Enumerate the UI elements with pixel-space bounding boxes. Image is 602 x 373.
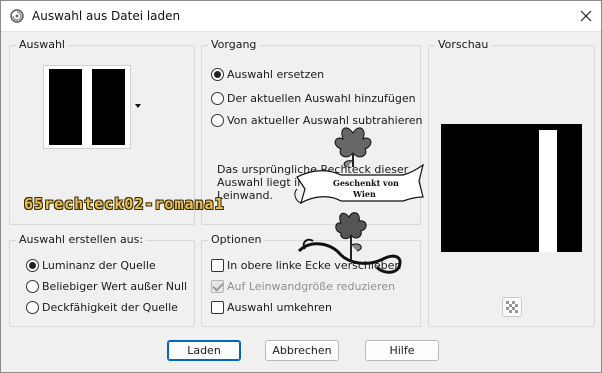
dialog-window: Auswahl aus Datei laden Auswahl Vorgang …: [0, 0, 602, 373]
radio-label: Auswahl ersetzen: [227, 68, 325, 81]
radio-indicator: [26, 301, 39, 314]
hilfe-button[interactable]: Hilfe: [365, 340, 439, 361]
selection-thumbnail-picker[interactable]: [43, 65, 143, 149]
radio-indicator: [26, 259, 39, 272]
info-line: Das ursprüngliche Rechteck dieser: [217, 163, 409, 176]
title-bar: Auswahl aus Datei laden: [1, 1, 601, 32]
radio-label: Beliebiger Wert außer Null: [42, 280, 188, 293]
abbrechen-button[interactable]: Abbrechen: [265, 340, 339, 361]
radio-indicator: [211, 114, 224, 127]
radio-label: Deckfähigkeit der Quelle: [42, 301, 178, 314]
checkbox-indicator: [211, 259, 224, 272]
checkbox-indicator: [211, 301, 224, 314]
radio-label: Luminanz der Quelle: [42, 259, 156, 272]
optionen-group-title: Optionen: [208, 233, 265, 246]
info-line: Leinwand.: [217, 189, 273, 202]
checkerboard-icon: [506, 301, 518, 313]
checkbox-indicator: [211, 280, 224, 293]
erstellen-group-title: Auswahl erstellen aus:: [16, 233, 147, 246]
info-text: Das ursprüngliche Rechteck dieser Auswah…: [217, 163, 417, 202]
radio-indicator: [211, 92, 224, 105]
radio-label: Der aktuellen Auswahl hinzufügen: [227, 92, 416, 105]
dropdown-arrow-icon: [135, 104, 141, 108]
checkbox-label: In obere linke Ecke verschieben: [227, 259, 402, 272]
radio-indicator: [211, 68, 224, 81]
laden-button[interactable]: Laden: [167, 340, 241, 361]
transparency-toggle[interactable]: [502, 297, 522, 317]
radio-indicator: [26, 280, 39, 293]
vorschau-group-title: Vorschau: [435, 38, 492, 51]
window-title: Auswahl aus Datei laden: [32, 9, 181, 23]
checkbox-label: Auf Leinwandgröße reduzieren: [227, 280, 396, 293]
app-swirl-icon: [10, 9, 24, 23]
vorschau-group: Vorschau: [428, 38, 595, 327]
close-icon: [580, 10, 592, 22]
close-button[interactable]: [571, 3, 601, 30]
info-line: Auswahl liegt innerhalb der: [217, 176, 368, 189]
vorgang-group-title: Vorgang: [208, 38, 260, 51]
checkbox-label: Auswahl umkehren: [227, 301, 332, 314]
preview-canvas: [441, 124, 582, 252]
auswahl-group-title: Auswahl: [16, 38, 68, 51]
watermark-text: 65rechteck02-romana1: [24, 195, 225, 213]
radio-label: Von aktueller Auswahl subtrahieren: [227, 114, 423, 127]
selection-thumbnail: [43, 65, 131, 149]
